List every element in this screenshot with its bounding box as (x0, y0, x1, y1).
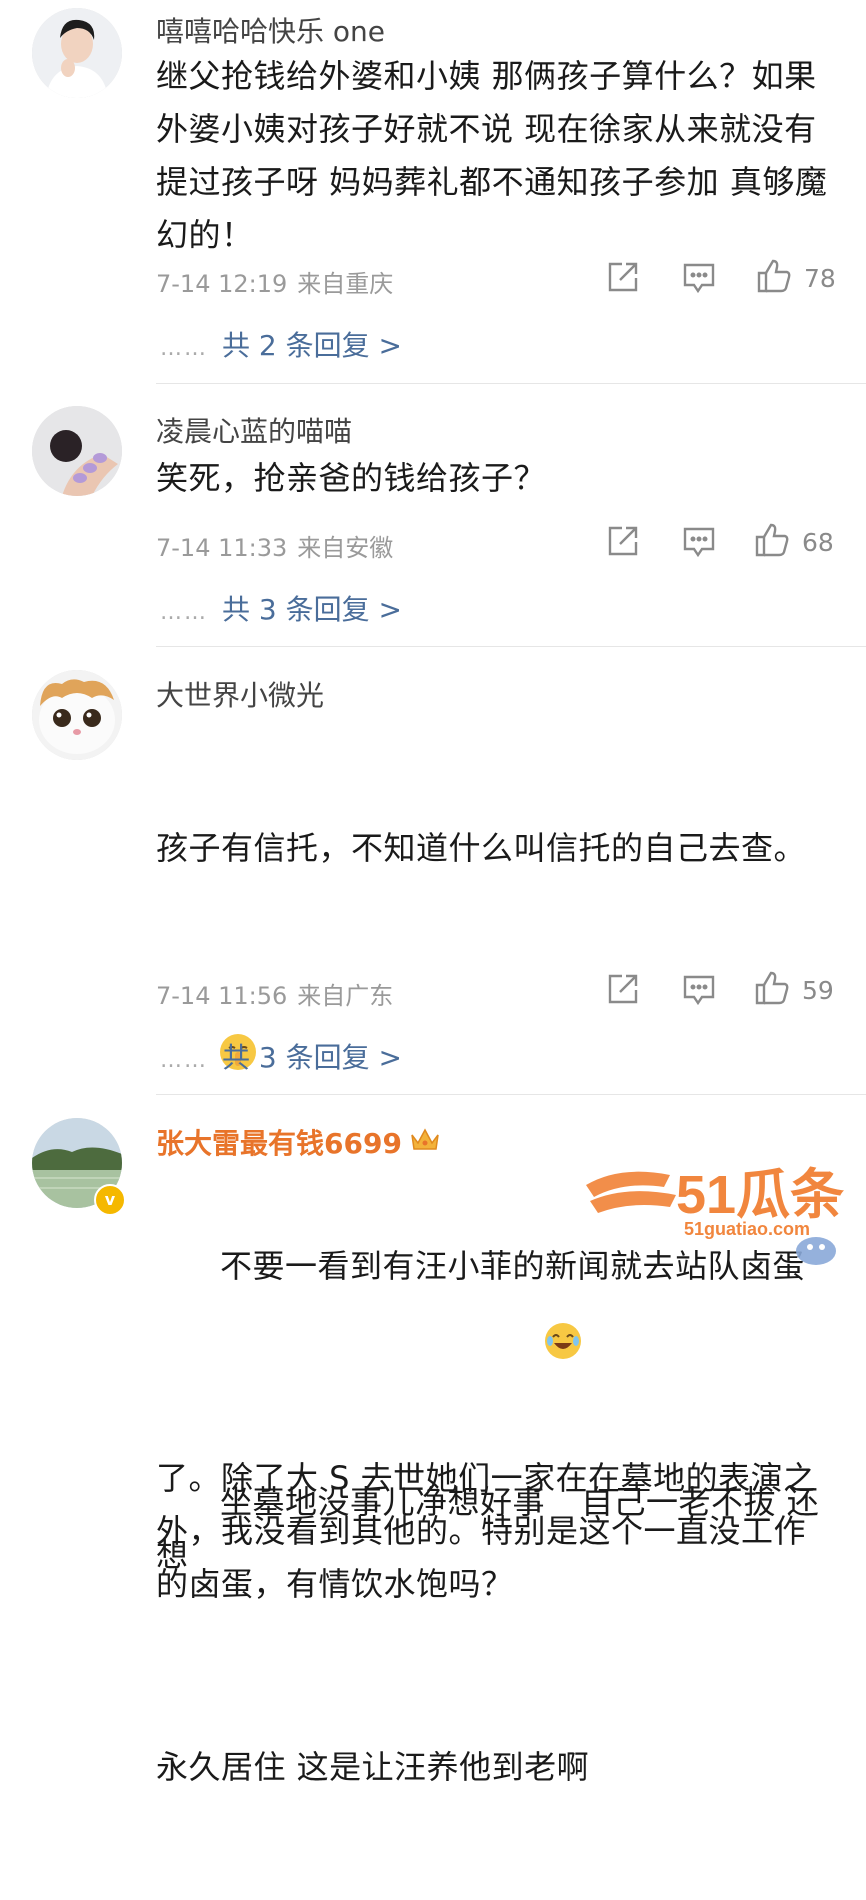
verified-badge: v (94, 1184, 126, 1216)
watermark-logo: 51瓜条 51guatiao.com (580, 1155, 860, 1265)
dots: …… (160, 1048, 208, 1073)
share-icon[interactable] (606, 260, 640, 298)
share-icon[interactable] (606, 524, 640, 562)
comment-icon[interactable] (682, 974, 716, 1010)
comment-meta: 7-14 11:56 来自广东 (156, 976, 393, 1011)
divider (156, 383, 866, 384)
like-icon[interactable] (756, 258, 792, 298)
like-icon[interactable] (754, 522, 790, 562)
view-replies-link[interactable]: …… 共 3 条回复 > (160, 588, 402, 628)
comment-text: 继父抢钱给外婆和小姨 那俩孩子算什么？如果 外婆小姨对孩子好就不说 现在徐家从来… (156, 57, 828, 254)
comment-text: 坐墓地没事儿净想好事 自己一老不拔 还想 永久居住 这是让汪养他到老啊 (156, 1164, 836, 1900)
divider (156, 646, 866, 647)
like-count: 59 (802, 976, 834, 1005)
view-replies-link[interactable]: …… 共 2 条回复 > (160, 324, 402, 364)
comment-time: 7-14 11:56 (156, 982, 288, 1010)
like-icon[interactable] (754, 970, 790, 1010)
view-replies-link[interactable]: …… 共 3 条回复 > (160, 1036, 402, 1076)
comment-text-line: 坐墓地没事儿净想好事 自己一老不拔 还想 (156, 1270, 836, 1635)
username[interactable]: 嘻嘻哈哈快乐 one (156, 10, 385, 50)
comment-text-segment: 坐墓地没事儿净想好事 (220, 1483, 546, 1521)
replies-count-label[interactable]: 共 2 条回复 > (222, 329, 402, 362)
comment-icon[interactable] (682, 526, 716, 562)
username[interactable]: 张大雷最有钱6699 (156, 1122, 440, 1162)
emoji-laugh-cry-icon (545, 1323, 582, 1359)
comment-icon[interactable] (682, 262, 716, 298)
like-count: 68 (802, 528, 834, 557)
comment-time: 7-14 11:33 (156, 534, 288, 562)
comment-text-line: 孩子有信托，不知道什么叫信托的自己去查。 (156, 829, 807, 867)
username-text: 张大雷最有钱6699 (156, 1127, 402, 1160)
comment-time: 7-14 12:19 (156, 270, 288, 298)
comment-location: 来自重庆 (297, 270, 394, 298)
avatar[interactable] (32, 8, 122, 98)
comment-meta: 7-14 12:19 来自重庆 (156, 264, 393, 299)
divider (156, 1094, 866, 1095)
comment-text: 笑死，抢亲爸的钱给孩子？ (156, 459, 547, 497)
dots: …… (160, 336, 208, 361)
avatar[interactable] (32, 406, 122, 496)
watermark-brand: 51瓜条 (676, 1165, 844, 1225)
replies-count-label[interactable]: 共 3 条回复 > (222, 593, 402, 626)
dots: …… (160, 600, 208, 625)
crown-icon (410, 1127, 440, 1160)
replies-count-label[interactable]: 共 3 条回复 > (222, 1041, 402, 1074)
avatar[interactable] (32, 670, 122, 760)
share-icon[interactable] (606, 972, 640, 1010)
comment-meta: 7-14 11:33 来自安徽 (156, 528, 393, 563)
comment-location: 来自安徽 (297, 534, 394, 562)
like-count: 78 (804, 264, 836, 293)
username[interactable]: 凌晨心蓝的喵喵 (156, 410, 352, 450)
comment-location: 来自广东 (297, 982, 394, 1010)
watermark-url: 51guatiao.com (684, 1219, 810, 1239)
username[interactable]: 大世界小微光 (156, 674, 324, 714)
comment-text-line: 永久居住 这是让汪养他到老啊 (156, 1748, 590, 1786)
